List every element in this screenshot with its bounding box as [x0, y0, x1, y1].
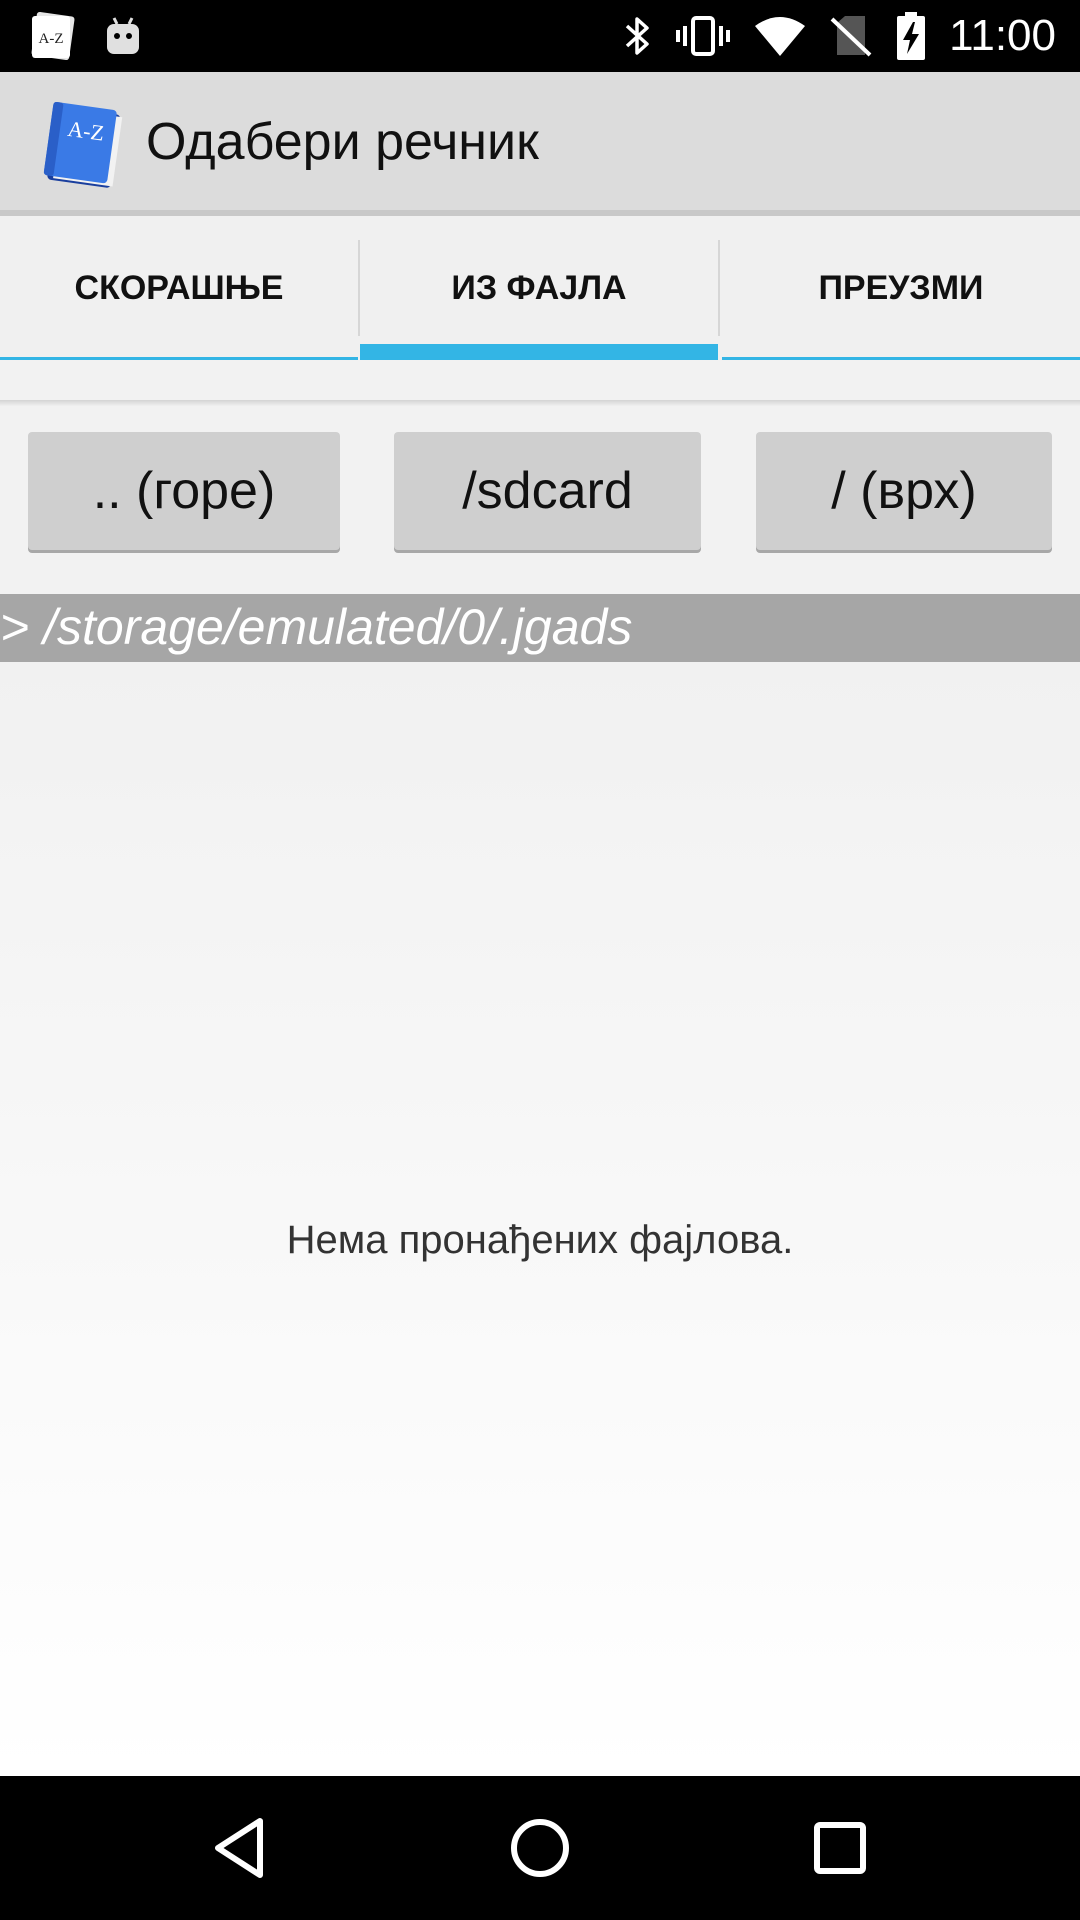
vibrate-icon [675, 13, 731, 59]
back-button[interactable] [200, 1812, 280, 1884]
file-list[interactable]: Нема пронађених фајлова. [0, 662, 1080, 1776]
tab-label: ПРЕУЗМИ [818, 268, 984, 307]
status-system-icons: 11:00 [623, 0, 1056, 72]
android-icon [104, 14, 142, 58]
go-up-button[interactable]: .. (горе) [28, 432, 340, 550]
status-notifications: A-Z [28, 10, 142, 62]
tab-recent[interactable]: СКОРАШЊЕ [0, 216, 358, 360]
svg-text:A-Z: A-Z [39, 31, 64, 47]
page-title: Одабери речник [146, 113, 539, 171]
home-button[interactable] [500, 1812, 580, 1884]
tab-label: ИЗ ФАЈЛА [451, 268, 627, 307]
tab-indicator-selected [360, 344, 718, 360]
tab-indicator [0, 357, 358, 360]
status-clock: 11:00 [949, 11, 1056, 60]
no-sim-icon [829, 13, 873, 59]
app-dictionary-icon[interactable]: A-Z [40, 101, 126, 188]
system-navigation-bar [0, 1776, 1080, 1920]
root-button[interactable]: / (врх) [756, 432, 1052, 550]
action-bar: A-Z Одабери речник [0, 72, 1080, 212]
tab-bar: СКОРАШЊЕ ИЗ ФАЈЛА ПРЕУЗМИ [0, 216, 1080, 360]
battery-charging-icon [895, 10, 927, 62]
current-path: > /storage/emulated/0/.jgads [0, 599, 633, 655]
sdcard-button[interactable]: /sdcard [394, 432, 701, 550]
bluetooth-icon [623, 13, 653, 59]
tab-indicator [722, 357, 1080, 360]
tab-label: СКОРАШЊЕ [74, 268, 284, 307]
recents-button[interactable] [800, 1812, 880, 1884]
tab-from-file[interactable]: ИЗ ФАЈЛА [360, 216, 718, 360]
empty-message: Нема пронађених фајлова. [286, 1218, 794, 1262]
svg-text:A-Z: A-Z [66, 116, 106, 146]
tab-bar-shadow [0, 400, 1080, 406]
dictionary-notification-icon: A-Z [28, 10, 78, 62]
home-icon [511, 1819, 569, 1877]
wifi-icon [753, 14, 807, 58]
back-icon [215, 1818, 263, 1878]
tab-download[interactable]: ПРЕУЗМИ [722, 216, 1080, 360]
current-path-bar: > /storage/emulated/0/.jgads [0, 594, 1080, 662]
recents-icon [814, 1822, 866, 1874]
status-bar: A-Z 11:00 [0, 0, 1080, 72]
tab-divider [718, 240, 720, 336]
